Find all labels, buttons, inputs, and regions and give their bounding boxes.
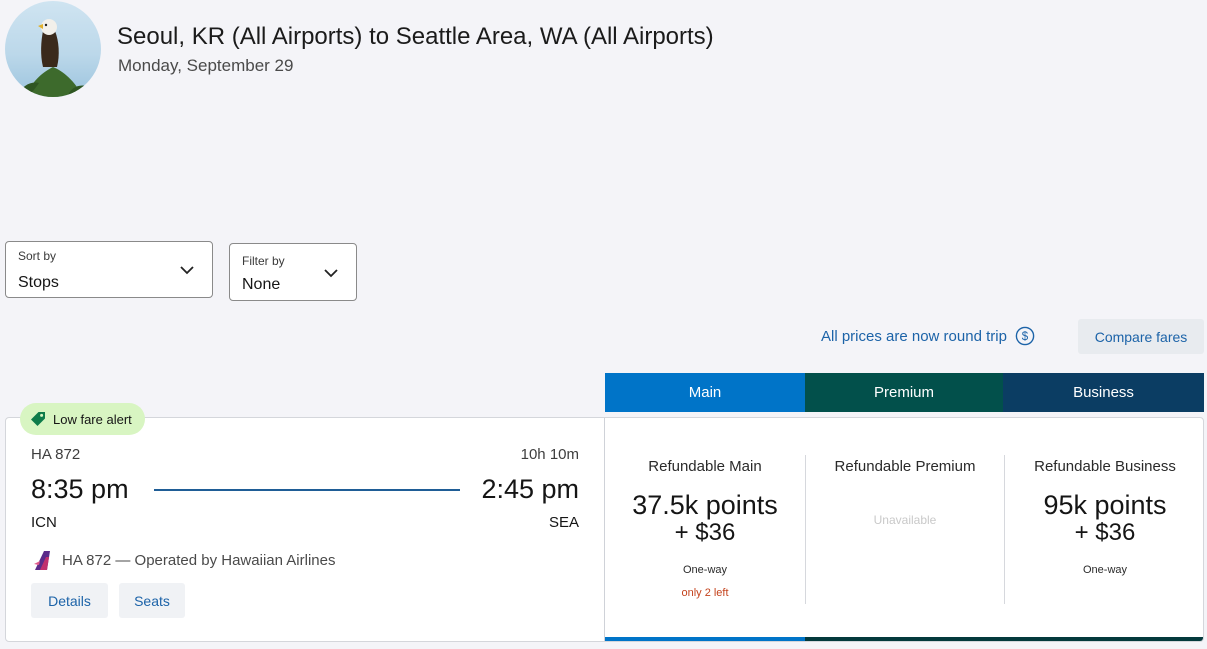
fare-refundable-main[interactable]: Refundable Main 37.5k points + $36 One-w… [605, 418, 805, 641]
fare-name: Refundable Premium [834, 458, 976, 475]
operator-text: HA 872 — Operated by Hawaiian Airlines [62, 551, 336, 569]
fare-refundable-business[interactable]: Refundable Business 95k points + $36 One… [1005, 418, 1203, 641]
filter-label: Filter by [242, 254, 285, 268]
fare-name: Refundable Main [648, 458, 762, 475]
svg-text:$: $ [1022, 331, 1029, 343]
operator-row: HA 872 — Operated by Hawaiian Airlines [31, 549, 335, 571]
badge-text: Low fare alert [53, 411, 132, 427]
low-fare-alert-badge: Low fare alert [20, 403, 145, 435]
flight-duration: 10h 10m [520, 446, 579, 463]
main-cabin-bar [605, 637, 805, 641]
arrival-airport: SEA [548, 514, 579, 531]
fare-points: 95k points [1043, 490, 1167, 520]
round-trip-text: All prices are now round trip [821, 327, 1007, 345]
tab-premium[interactable]: Premium [805, 373, 1003, 412]
seats-left-warning: only 2 left [681, 587, 729, 599]
chevron-down-icon [324, 269, 338, 278]
sort-value: Stops [18, 274, 59, 291]
fare-points: 37.5k points [632, 490, 778, 520]
fare-trip-type: One-way [1082, 564, 1128, 576]
page-title: Seoul, KR (All Airports) to Seattle Area… [117, 23, 714, 50]
filter-select[interactable]: Filter by None [229, 243, 357, 301]
eagle-photo [15, 19, 91, 97]
travel-date: Monday, September 29 [118, 56, 294, 75]
hawaiian-airlines-logo-icon [34, 551, 50, 570]
arrival-time: 2:45 pm [481, 474, 579, 504]
seats-button[interactable]: Seats [119, 583, 185, 618]
fare-trip-type: One-way [682, 564, 728, 576]
premium-business-bar [805, 637, 1203, 641]
details-button[interactable]: Details [31, 583, 108, 618]
fare-refundable-premium: Refundable Premium Unavailable [806, 418, 1004, 641]
dollar-circle-icon: $ [1015, 326, 1035, 346]
fare-cash: + $36 [1074, 519, 1136, 546]
route-line [154, 489, 460, 491]
sort-select[interactable]: Sort by Stops [5, 241, 213, 298]
sort-label: Sort by [18, 249, 57, 263]
round-trip-notice[interactable]: All prices are now round trip $ [821, 326, 1035, 346]
avatar [5, 1, 101, 97]
price-tag-icon [31, 412, 45, 426]
flight-number: HA 872 [31, 446, 81, 463]
tab-main[interactable]: Main [605, 373, 805, 412]
departure-airport: ICN [31, 514, 57, 531]
compare-fares-button[interactable]: Compare fares [1078, 319, 1204, 354]
fare-unavailable: Unavailable [873, 513, 937, 527]
departure-time: 8:35 pm [31, 474, 129, 504]
fare-cash: + $36 [674, 519, 736, 546]
fare-name: Refundable Business [1034, 458, 1176, 475]
tab-business[interactable]: Business [1003, 373, 1204, 412]
filter-value: None [242, 276, 281, 293]
chevron-down-icon [180, 266, 194, 275]
flight-card: HA 872 10h 10m 8:35 pm 2:45 pm ICN SEA H… [5, 417, 1204, 642]
